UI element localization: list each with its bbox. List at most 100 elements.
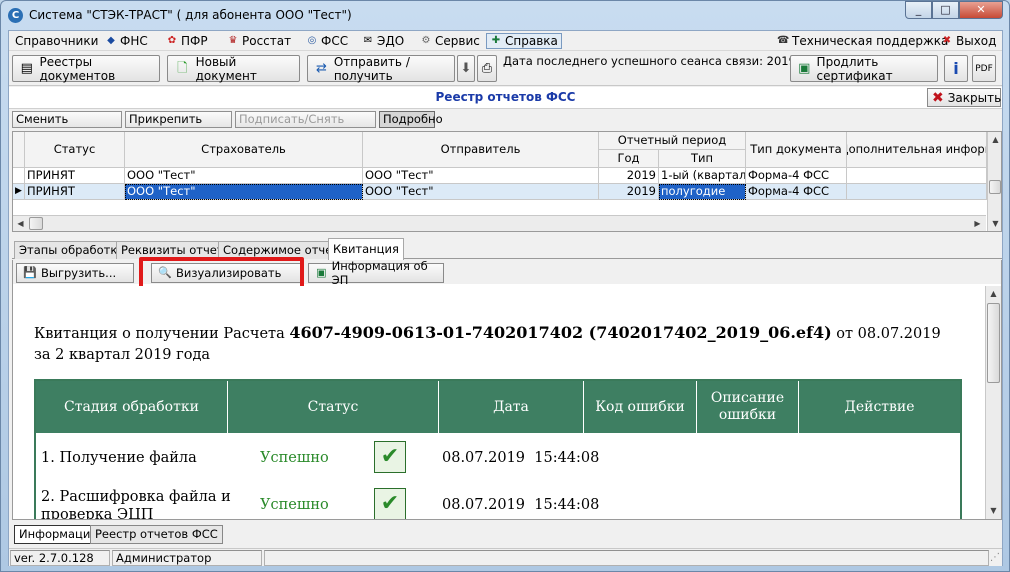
tab-information[interactable]: Информация <box>14 525 103 544</box>
scroll-down-icon[interactable]: ▼ <box>988 216 1001 231</box>
grid-horizontal-scroll[interactable]: ◀ ▶ <box>13 215 986 231</box>
cell-year[interactable]: 2019 <box>599 184 659 200</box>
menu-label: Росстат <box>242 34 292 48</box>
receipt-document: Квитанция о получении Расчета 4607-4909-… <box>13 286 985 519</box>
menu-label: Справочники <box>15 34 99 48</box>
cell-extra[interactable] <box>847 184 987 200</box>
receipt-prefix: Квитанция о получении Расчета <box>34 326 290 342</box>
menu-fns[interactable]: ◆ ФНС <box>105 33 148 49</box>
title-bar[interactable]: С Система "СТЭК-ТРАСТ" ( для абонента ОО… <box>1 1 1009 29</box>
cell-type-selected[interactable]: полугодие <box>659 184 746 200</box>
menu-exit[interactable]: ✖ Выход <box>941 33 997 49</box>
tab-receipt[interactable]: Квитанция <box>328 238 404 260</box>
status-empty <box>264 550 989 566</box>
transport-icon: ⎙ <box>481 60 493 76</box>
toolbar: ▤ Реестры документов 🗋 Новый документ ⇄ Отп… <box>9 52 1002 86</box>
stage-status: Успешно <box>260 450 329 466</box>
cell-sender[interactable]: ООО "Тест" <box>363 168 599 184</box>
close-registry-button[interactable]: ✖ Закрыть <box>927 88 1001 107</box>
col-period: Отчетный период <box>599 132 746 150</box>
menu-label: ПФР <box>181 34 208 48</box>
certificate-icon: ▣ <box>316 266 327 279</box>
client-area: Справочники ◆ ФНС ✿ ПФР ♛ Росстат ◎ ФСС ✉ ЭДО… <box>8 30 1003 566</box>
registries-button[interactable]: ▤ Реестры документов <box>12 54 160 83</box>
th-action: Действие <box>799 381 960 433</box>
download-arrow-button[interactable]: ⬇ <box>457 55 475 82</box>
stage-cell: 2. Расшифровка файла и проверка ЭЦП <box>41 489 231 519</box>
cell-type[interactable]: 1-ый (квартал) <box>659 168 746 184</box>
receipt-table: Стадия обработки Статус Дата Код ошибки … <box>34 379 962 519</box>
sign-button[interactable]: Подписать/Снять подпись <box>235 111 376 141</box>
col-doctype[interactable]: Тип документа <box>746 132 847 168</box>
resize-grip-icon[interactable]: ⋰ <box>990 552 1000 563</box>
button-label: Реестры документов <box>39 54 116 83</box>
grid-vertical-scrollbar[interactable]: ▲ ▼ <box>987 132 1001 231</box>
edo-icon: ✉ <box>363 35 373 46</box>
new-document-button[interactable]: 🗋 Новый документ <box>167 55 300 83</box>
col-extra[interactable]: Дополнительная информ <box>847 132 987 168</box>
scroll-up-icon[interactable]: ▲ <box>986 286 1001 301</box>
col-sender[interactable]: Отправитель <box>363 132 599 168</box>
cell-status[interactable]: ПРИНЯТ <box>25 184 125 200</box>
scroll-left-icon[interactable]: ◀ <box>13 216 28 231</box>
close-window-button[interactable]: ✕ <box>959 1 1003 19</box>
pdf-button[interactable]: PDF <box>972 55 996 82</box>
th-error-code: Код ошибки <box>584 381 697 433</box>
cell-insurer[interactable]: ООО "Тест" <box>125 168 363 184</box>
cell-extra[interactable] <box>847 168 987 184</box>
col-status[interactable]: Статус <box>25 132 125 168</box>
ep-info-button[interactable]: ▣ Информация об ЭП <box>308 259 444 287</box>
export-button[interactable]: 💾 Выгрузить... <box>16 263 134 283</box>
change-params-button[interactable]: Сменить параметры <box>12 111 122 141</box>
check-icon: ✔ <box>374 441 406 473</box>
maximize-button[interactable]: □ <box>932 1 959 19</box>
attach-report-button[interactable]: Прикрепить отчет... <box>125 111 232 141</box>
cell-sender[interactable]: ООО "Тест" <box>363 184 599 200</box>
menu-support[interactable]: ☎ Техническая поддержка <box>777 33 948 49</box>
minimize-button[interactable]: _ <box>905 1 932 19</box>
menu-fss[interactable]: ◎ ФСС <box>306 33 348 49</box>
version-label: ver. 2.7.0.128 <box>10 550 110 566</box>
transport-button[interactable]: ⎙ <box>477 55 497 82</box>
window-title: Система "СТЭК-ТРАСТ" ( для абонента ООО … <box>29 8 352 22</box>
scroll-down-icon[interactable]: ▼ <box>986 503 1001 518</box>
tab-processing-stages[interactable]: Этапы обработки <box>14 241 130 259</box>
app-window: С Система "СТЭК-ТРАСТ" ( для абонента ОО… <box>0 0 1010 572</box>
col-type[interactable]: Тип <box>659 150 746 168</box>
menu-help[interactable]: ✚ Справка <box>486 33 562 49</box>
tab-fss-registry[interactable]: Реестр отчетов ФСС <box>90 525 223 544</box>
details-button[interactable]: Подробно <box>379 111 443 128</box>
cell-insurer-selected[interactable]: ООО "Тест" <box>125 184 363 200</box>
scroll-thumb[interactable] <box>29 217 43 230</box>
gear-icon: ⚙ <box>421 35 431 46</box>
info-button[interactable]: i <box>944 55 968 82</box>
menu-service[interactable]: ⚙ Сервис <box>420 33 480 49</box>
receipt-panel: 💾 Выгрузить... 🔍 Визуализировать ▣ Информац… <box>12 257 1002 520</box>
panel-toolbar: 💾 Выгрузить... 🔍 Визуализировать ▣ Информац… <box>13 257 1001 294</box>
help-icon: ✚ <box>491 35 501 46</box>
scroll-right-icon[interactable]: ▶ <box>970 216 985 231</box>
pdf-icon: PDF <box>975 63 993 74</box>
col-insurer[interactable]: Страхователь <box>125 132 363 168</box>
button-label: Отправить / получить <box>333 54 410 83</box>
col-year[interactable]: Год <box>599 150 659 168</box>
menu-edo[interactable]: ✉ ЭДО <box>362 33 404 49</box>
scroll-thumb[interactable] <box>989 180 1001 194</box>
send-receive-button[interactable]: ⇄ Отправить / получить <box>307 54 455 83</box>
cell-doctype[interactable]: Форма-4 ФСС <box>746 168 847 184</box>
menu-rosstat[interactable]: ♛ Росстат <box>227 33 292 49</box>
cell-doctype[interactable]: Форма-4 ФСС <box>746 184 847 200</box>
extend-certificate-button[interactable]: ▣ Продлить сертификат <box>790 55 938 83</box>
row-indicator-header <box>13 132 25 168</box>
scroll-thumb[interactable] <box>987 303 1000 383</box>
scroll-up-icon[interactable]: ▲ <box>988 132 1001 147</box>
close-icon: ✖ <box>932 89 944 106</box>
stage-date: 08.07.2019 15:44:08 <box>442 497 600 513</box>
document-vertical-scrollbar[interactable]: ▲ ▼ <box>985 286 1001 519</box>
cell-year[interactable]: 2019 <box>599 168 659 184</box>
exit-icon: ✖ <box>942 35 952 46</box>
menu-pfr[interactable]: ✿ ПФР <box>166 33 208 49</box>
cell-status[interactable]: ПРИНЯТ <box>25 168 125 184</box>
menu-references[interactable]: Справочники <box>15 33 98 49</box>
status-bar: ver. 2.7.0.128 Администратор ⋰ <box>9 548 1002 566</box>
